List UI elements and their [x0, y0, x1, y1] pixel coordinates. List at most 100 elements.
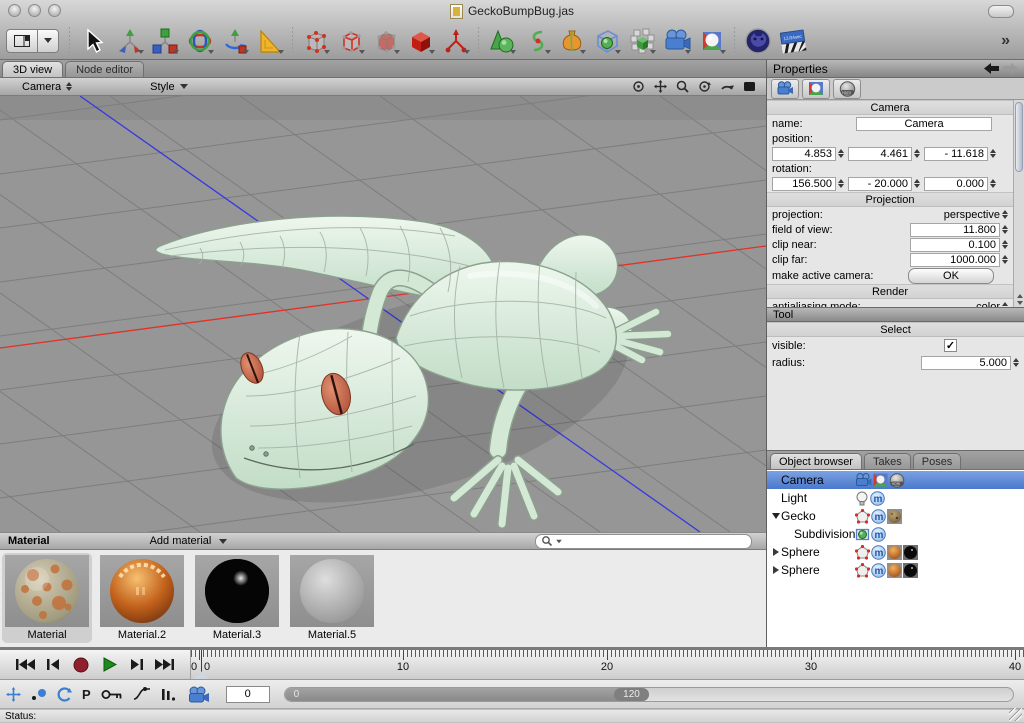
range-segment[interactable]: 0 120 — [285, 688, 649, 701]
edge-mode-button[interactable] — [334, 25, 367, 57]
material-m-badge[interactable]: m — [871, 527, 886, 542]
tab-3d-view[interactable]: 3D view — [2, 61, 63, 77]
move-tool-button[interactable] — [113, 25, 146, 57]
viewport-scene[interactable] — [0, 96, 766, 532]
create-camera-light-button[interactable] — [660, 25, 693, 57]
material-item[interactable]: Material — [2, 553, 92, 643]
object-row-camera[interactable]: Camera HDRI — [767, 471, 1024, 489]
clip-far-stepper[interactable] — [1002, 255, 1008, 264]
object-row-subdivision[interactable]: Subdivision.1 m — [767, 525, 1024, 543]
style-menu[interactable]: Style — [150, 81, 187, 93]
rotation-x-stepper[interactable] — [838, 179, 844, 188]
key-icon[interactable] — [101, 688, 123, 701]
titlebar[interactable]: GeckoBumpBug.jas — [0, 0, 1024, 22]
fov-stepper[interactable] — [1002, 225, 1008, 234]
point-mode-button[interactable] — [299, 25, 332, 57]
object-row-light[interactable]: Light m — [767, 489, 1024, 507]
material-m-badge[interactable]: m — [871, 563, 886, 578]
position-x-stepper[interactable] — [838, 149, 844, 158]
playhead-marker[interactable] — [194, 671, 208, 679]
record-parameter-icon[interactable]: P — [82, 687, 91, 702]
material-item[interactable]: Material.2 — [97, 553, 187, 643]
antialiasing-stepper[interactable] — [1002, 302, 1008, 307]
render-badge-icon[interactable] — [873, 473, 888, 487]
scroll-up-button[interactable] — [1017, 294, 1023, 298]
black-material-icon[interactable] — [903, 545, 918, 560]
object-mode-button[interactable] — [404, 25, 437, 57]
polygon-object-icon[interactable] — [855, 563, 870, 578]
radius-stepper[interactable] — [1013, 358, 1019, 367]
record-button[interactable] — [69, 655, 93, 675]
orange-material-icon[interactable] — [887, 563, 902, 578]
object-row-sphere-1[interactable]: Sphere m — [767, 543, 1024, 561]
create-nurbs-button[interactable] — [555, 25, 588, 57]
polygon-object-icon[interactable] — [855, 545, 870, 560]
scroll-down-button[interactable] — [1017, 301, 1023, 305]
layout-icon[interactable] — [6, 29, 38, 53]
previous-frame-button[interactable] — [41, 655, 65, 675]
position-y-stepper[interactable] — [914, 149, 920, 158]
material-m-badge[interactable]: m — [871, 545, 886, 560]
create-primitive-button[interactable] — [485, 25, 518, 57]
frame-target-icon[interactable] — [632, 80, 645, 93]
tab-object-browser[interactable]: Object browser — [770, 453, 862, 469]
current-frame-field[interactable]: 0 — [226, 686, 270, 703]
disclosure-expanded-icon[interactable] — [770, 513, 781, 519]
material-item[interactable]: Material.5 — [287, 553, 377, 643]
rotation-y-stepper[interactable] — [914, 179, 920, 188]
disclosure-collapsed-icon[interactable] — [770, 566, 781, 574]
record-rotation-icon[interactable] — [57, 687, 72, 702]
position-z-stepper[interactable] — [990, 149, 996, 158]
timeline-ruler[interactable]: 0 10 20 30 40 0 — [191, 650, 1024, 679]
face-mode-button[interactable] — [369, 25, 402, 57]
cheetah-render-button[interactable] — [741, 25, 774, 57]
name-field[interactable]: Camera — [856, 117, 992, 131]
pan-icon[interactable] — [654, 80, 667, 93]
zoom-icon[interactable] — [676, 80, 689, 93]
camera-menu[interactable]: Camera — [22, 81, 72, 93]
black-material-icon[interactable] — [903, 563, 918, 578]
select-tool-button[interactable] — [76, 25, 109, 57]
object-row-sphere-2[interactable]: Sphere m — [767, 561, 1024, 579]
axis-tool-button[interactable] — [218, 25, 251, 57]
create-spline-button[interactable] — [520, 25, 553, 57]
light-object-icon[interactable] — [855, 491, 869, 506]
resize-grip[interactable] — [1009, 708, 1022, 721]
polygon-object-icon[interactable] — [855, 509, 870, 524]
clip-near-stepper[interactable] — [1002, 240, 1008, 249]
render-animation-button[interactable]: 12/34sec — [776, 25, 809, 57]
rotation-z-stepper[interactable] — [990, 179, 996, 188]
next-frame-button[interactable] — [125, 655, 149, 675]
radius-field[interactable]: 5.000 — [921, 356, 1011, 370]
camera-arc-icon[interactable] — [720, 80, 734, 93]
transform-axis-button[interactable] — [439, 25, 472, 57]
object-row-gecko[interactable]: Gecko m — [767, 507, 1024, 525]
fov-field[interactable]: 11.800 — [910, 223, 1000, 237]
tab-hdri-props[interactable]: HDRI — [833, 79, 861, 99]
camera-object-icon[interactable] — [855, 473, 872, 487]
layout-dropdown[interactable] — [38, 29, 59, 53]
scale-tool-button[interactable] — [148, 25, 181, 57]
subdivision-object-icon[interactable] — [855, 527, 870, 542]
projection-popup[interactable]: perspective — [944, 209, 1000, 221]
material-m-badge[interactable]: m — [870, 491, 885, 506]
history-forward-button[interactable] — [1003, 63, 1018, 74]
visible-checkbox[interactable]: ✓ — [944, 339, 957, 352]
camera-menu-stepper[interactable] — [66, 82, 72, 91]
position-y-field[interactable]: 4.461 — [848, 147, 912, 161]
material-m-badge[interactable]: m — [871, 509, 886, 524]
rotate-tool-button[interactable] — [183, 25, 216, 57]
go-to-start-button[interactable] — [13, 655, 37, 675]
create-array-button[interactable] — [625, 25, 658, 57]
minimize-button[interactable] — [28, 4, 41, 17]
rotation-x-field[interactable]: 156.500 — [772, 177, 836, 191]
tab-takes[interactable]: Takes — [864, 453, 911, 469]
play-button[interactable] — [97, 655, 121, 675]
position-x-field[interactable]: 4.853 — [772, 147, 836, 161]
rotation-z-field[interactable]: 0.000 — [924, 177, 988, 191]
viewport-3d[interactable] — [0, 96, 766, 532]
tab-poses[interactable]: Poses — [913, 453, 962, 469]
add-material-menu[interactable]: Add material — [150, 535, 228, 547]
fcurve-icon[interactable] — [133, 687, 151, 701]
layout-selector[interactable] — [6, 29, 59, 53]
